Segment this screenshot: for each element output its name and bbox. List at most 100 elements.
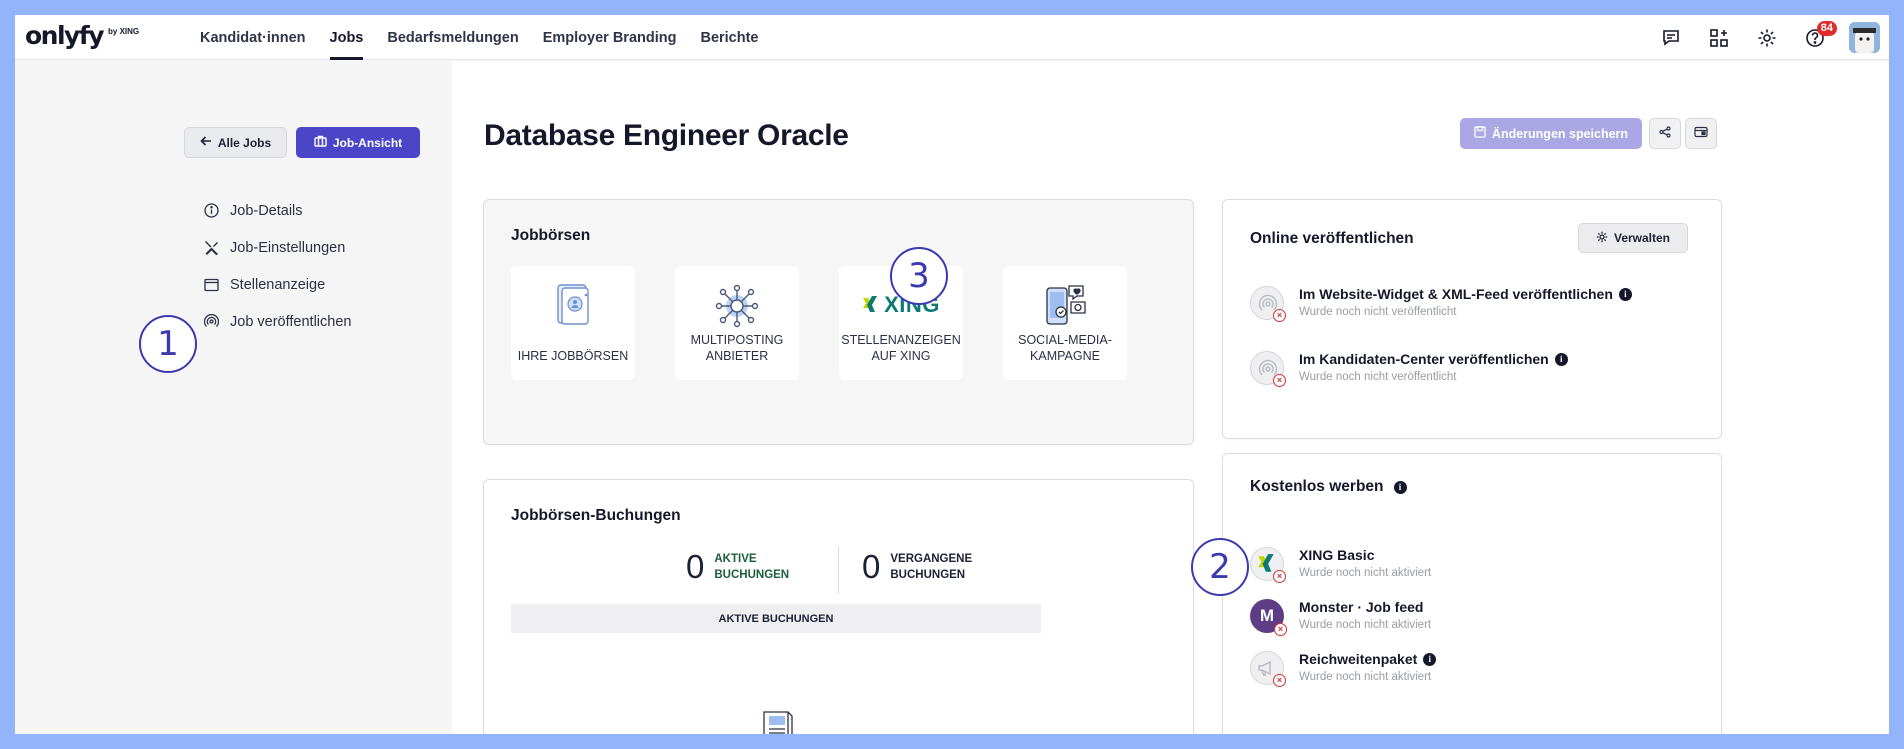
tools-icon bbox=[203, 240, 219, 256]
bookings-title: Jobbörsen-Buchungen bbox=[511, 507, 681, 524]
save-changes-label: Änderungen speichern bbox=[1491, 126, 1629, 141]
active-bookings-label: AKTIVE BUCHUNGEN bbox=[714, 553, 790, 581]
publish-row-candidate-center[interactable]: × Im Kandidaten-Center veröffentlichen i … bbox=[1250, 351, 1568, 387]
info-icon[interactable]: i bbox=[1393, 480, 1407, 494]
free-advertising-title: Kostenlos werben bbox=[1250, 478, 1384, 495]
main-nav: Kandidat·innen Jobs Bedarfsmeldungen Emp… bbox=[188, 15, 771, 60]
nav-candidates[interactable]: Kandidat·innen bbox=[188, 15, 318, 60]
tile-label: IHRE JOBBÖRSEN bbox=[517, 349, 629, 363]
sidebar-item-job-details[interactable]: Job-Details bbox=[203, 192, 351, 229]
app-frame: onlyfy by XING Kandidat·innen Jobs Bedar… bbox=[15, 15, 1889, 734]
document-ring-icon bbox=[511, 282, 635, 328]
publish-row-widget[interactable]: × Im Website-Widget & XML-Feed veröffent… bbox=[1250, 286, 1632, 322]
share-icon bbox=[1659, 125, 1671, 143]
callout-number: 3 bbox=[890, 247, 948, 305]
sidebar-item-label: Job-Einstellungen bbox=[230, 239, 346, 256]
publish-item-title: Im Kandidaten-Center veröffentlichen bbox=[1299, 351, 1549, 367]
sidebar bbox=[15, 61, 452, 734]
error-x-icon: × bbox=[1273, 309, 1286, 322]
help-icon[interactable]: 84 bbox=[1803, 20, 1837, 50]
top-icons: 84 bbox=[1635, 15, 1889, 60]
error-x-icon: × bbox=[1274, 623, 1287, 636]
manage-button[interactable]: Verwalten bbox=[1578, 223, 1688, 253]
manage-label: Verwalten bbox=[1613, 231, 1671, 245]
tile-multiposting[interactable]: MULTIPOSTING ANBIETER bbox=[675, 266, 799, 380]
free-advertising-heading: Kostenlos werben i bbox=[1250, 478, 1407, 496]
free-item-title: Monster · Job feed bbox=[1299, 599, 1424, 615]
publish-item-status: Wurde noch nicht veröffentlicht bbox=[1299, 371, 1457, 383]
free-row-monster[interactable]: M × Monster · Job feed Wurde noch nicht … bbox=[1250, 599, 1432, 636]
nav-employer-branding[interactable]: Employer Branding bbox=[531, 15, 689, 60]
free-item-status: Wurde noch nicht aktiviert bbox=[1299, 619, 1432, 631]
briefcase-icon bbox=[314, 135, 327, 150]
sidebar-item-label: Stellenanzeige bbox=[230, 276, 326, 293]
sidebar-item-job-ad[interactable]: Stellenanzeige bbox=[203, 266, 351, 303]
free-advertising-card: Kostenlos werben i × XING Basic Wurde no… bbox=[1222, 453, 1722, 734]
save-icon bbox=[1474, 126, 1486, 141]
job-view-button[interactable]: Job-Ansicht bbox=[296, 127, 420, 158]
nav-jobs[interactable]: Jobs bbox=[318, 15, 376, 60]
free-row-reach-package[interactable]: × Reichweitenpaket i Wurde noch nicht akt… bbox=[1250, 651, 1437, 687]
stat-divider bbox=[838, 546, 839, 594]
free-item-title: Reichweitenpaket bbox=[1299, 651, 1418, 667]
tile-label: SOCIAL-MEDIA- KAMPAGNE bbox=[1018, 333, 1112, 363]
back-to-jobs-button[interactable]: Alle Jobs bbox=[184, 127, 287, 158]
broadcast-icon bbox=[203, 314, 219, 330]
monster-icon: M × bbox=[1250, 599, 1287, 636]
top-bar: onlyfy by XING Kandidat·innen Jobs Bedar… bbox=[15, 15, 1889, 60]
sidebar-item-job-settings[interactable]: Job-Einstellungen bbox=[203, 229, 351, 266]
job-section-nav: Job-Details Job-Einstellungen Stellenanz… bbox=[203, 192, 351, 340]
onlyfy-logo[interactable]: onlyfy by XING bbox=[25, 21, 139, 50]
broadcast-icon: × bbox=[1250, 286, 1286, 322]
jobboards-title: Jobbörsen bbox=[511, 227, 591, 244]
preview-card-icon bbox=[1694, 125, 1708, 143]
sidebar-item-label: Job veröffentlichen bbox=[230, 313, 352, 330]
sidebar-item-publish-job[interactable]: Job veröffentlichen bbox=[203, 303, 351, 340]
free-item-title: XING Basic bbox=[1299, 547, 1375, 563]
info-icon[interactable]: i bbox=[1618, 287, 1632, 301]
share-button[interactable] bbox=[1649, 118, 1681, 149]
nav-requisitions[interactable]: Bedarfsmeldungen bbox=[375, 15, 530, 60]
tab-active-bookings[interactable]: AKTIVE BUCHUNGEN bbox=[511, 604, 1041, 633]
active-bookings-count: 0 bbox=[686, 548, 705, 585]
gear-icon[interactable] bbox=[1755, 26, 1779, 50]
network-icon bbox=[675, 282, 799, 330]
callout-number: 1 bbox=[139, 315, 197, 373]
logo-suffix: by XING bbox=[108, 27, 140, 36]
tile-label: STELLENANZEIGEN AUF XING bbox=[841, 333, 961, 363]
save-changes-button[interactable]: Änderungen speichern bbox=[1460, 118, 1642, 149]
error-x-icon: × bbox=[1273, 570, 1286, 583]
nav-reports[interactable]: Berichte bbox=[688, 15, 770, 60]
avatar[interactable] bbox=[1849, 22, 1880, 53]
online-publish-card: Online veröffentlichen Verwalten × Im We… bbox=[1222, 199, 1722, 439]
social-phone-icon bbox=[1003, 282, 1127, 328]
info-icon[interactable]: i bbox=[1423, 652, 1437, 666]
tile-own-jobboards[interactable]: IHRE JOBBÖRSEN bbox=[511, 266, 635, 380]
arrow-left-icon bbox=[200, 135, 212, 150]
xing-icon: × bbox=[1250, 547, 1286, 583]
info-icon[interactable]: i bbox=[1554, 352, 1568, 366]
error-x-icon: × bbox=[1273, 674, 1286, 687]
jobboards-card: Jobbörsen IHRE JOBBÖRSEN MULTIPOSTING AN… bbox=[483, 199, 1194, 445]
callout-number: 2 bbox=[1191, 538, 1249, 596]
online-publish-title: Online veröffentlichen bbox=[1250, 230, 1414, 247]
chat-icon[interactable] bbox=[1659, 26, 1683, 50]
window-icon bbox=[203, 277, 219, 293]
back-button-label: Alle Jobs bbox=[217, 135, 272, 150]
page-title: Database Engineer Oracle bbox=[484, 119, 849, 152]
notification-badge: 84 bbox=[1816, 20, 1837, 36]
publish-item-title: Im Website-Widget & XML-Feed veröffentli… bbox=[1299, 286, 1613, 302]
past-bookings-label: VERGANGENE BUCHUNGEN bbox=[890, 553, 973, 581]
free-item-status: Wurde noch nicht aktiviert bbox=[1299, 671, 1432, 683]
past-bookings-stat: 0 VERGANGENE BUCHUNGEN bbox=[862, 548, 972, 586]
error-x-icon: × bbox=[1273, 374, 1286, 387]
logo-wordmark: onlyfy bbox=[25, 21, 105, 50]
tile-label: MULTIPOSTING ANBIETER bbox=[690, 333, 784, 363]
apps-add-icon[interactable] bbox=[1707, 26, 1731, 50]
past-bookings-count: 0 bbox=[862, 548, 881, 585]
preview-button[interactable] bbox=[1685, 118, 1717, 149]
free-row-xing-basic[interactable]: × XING Basic Wurde noch nicht aktiviert bbox=[1250, 547, 1431, 583]
megaphone-icon: × bbox=[1250, 651, 1286, 687]
info-icon bbox=[203, 203, 219, 219]
tile-social-media[interactable]: SOCIAL-MEDIA- KAMPAGNE bbox=[1003, 266, 1127, 380]
